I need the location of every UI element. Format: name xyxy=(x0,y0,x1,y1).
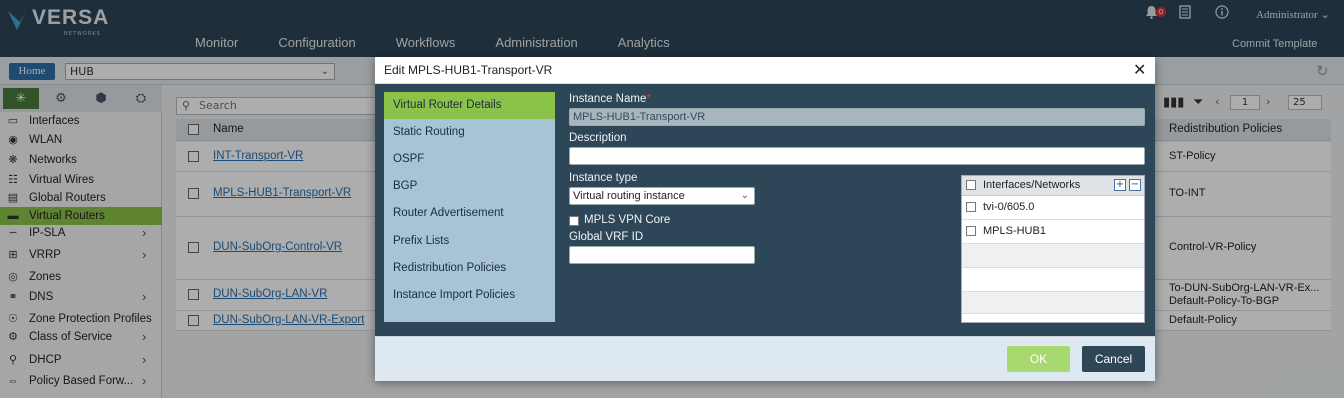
required-marker: * xyxy=(646,93,651,105)
dialog-nav-static-routing[interactable]: Static Routing xyxy=(384,119,555,146)
dialog-nav-instance-import-policies[interactable]: Instance Import Policies xyxy=(384,282,555,309)
row-checkbox[interactable] xyxy=(966,226,976,236)
dialog-nav: Virtual Router Details Static Routing OS… xyxy=(384,92,555,322)
dialog-title: Edit MPLS-HUB1-Transport-VR xyxy=(384,63,553,77)
interface-name: MPLS-HUB1 xyxy=(983,225,1046,237)
dialog-footer: OK Cancel xyxy=(375,336,1155,381)
instance-type-select[interactable]: Virtual routing instance ⌄ xyxy=(569,187,755,205)
global-vrf-label: Global VRF ID xyxy=(569,231,644,243)
instance-type-value: Virtual routing instance xyxy=(573,190,685,202)
global-vrf-field[interactable] xyxy=(569,246,755,264)
description-field[interactable] xyxy=(569,147,1145,165)
instance-name-label-text: Instance Name xyxy=(569,93,647,105)
chevron-down-icon: ⌄ xyxy=(740,190,749,201)
instance-type-label: Instance type xyxy=(569,172,638,184)
interface-name: tvi-0/605.0 xyxy=(983,201,1035,213)
empty-row xyxy=(962,244,1144,268)
row-checkbox[interactable] xyxy=(966,202,976,212)
add-icon[interactable]: + xyxy=(1114,179,1126,191)
interfaces-header-label: Interfaces/Networks xyxy=(983,179,1081,191)
dialog-nav-bgp[interactable]: BGP xyxy=(384,173,555,200)
interfaces-select-all-checkbox[interactable] xyxy=(966,180,976,190)
cancel-button[interactable]: Cancel xyxy=(1082,346,1145,372)
interfaces-networks-table: Interfaces/Networks + − tvi-0/605.0 MPLS… xyxy=(961,175,1145,323)
edit-virtual-router-dialog: Edit MPLS-HUB1-Transport-VR ✕ Virtual Ro… xyxy=(375,57,1155,381)
interfaces-table-header: Interfaces/Networks + − xyxy=(962,176,1144,196)
instance-name-label: Instance Name* xyxy=(569,93,651,105)
remove-icon[interactable]: − xyxy=(1129,179,1141,191)
dialog-nav-redistribution-policies[interactable]: Redistribution Policies xyxy=(384,255,555,282)
list-item[interactable]: MPLS-HUB1 xyxy=(962,220,1144,244)
mpls-vpn-core-checkbox[interactable] xyxy=(569,216,579,226)
dialog-nav-virtual-router-details[interactable]: Virtual Router Details xyxy=(384,92,555,119)
ok-button[interactable]: OK xyxy=(1007,346,1070,372)
mpls-vpn-core-label: MPLS VPN Core xyxy=(584,214,671,226)
dialog-nav-ospf[interactable]: OSPF xyxy=(384,146,555,173)
description-label: Description xyxy=(569,132,627,144)
empty-row xyxy=(962,268,1144,292)
empty-row xyxy=(962,292,1144,314)
list-item[interactable]: tvi-0/605.0 xyxy=(962,196,1144,220)
dialog-nav-prefix-lists[interactable]: Prefix Lists xyxy=(384,228,555,255)
close-icon[interactable]: ✕ xyxy=(1133,60,1146,79)
dialog-nav-router-advertisement[interactable]: Router Advertisement xyxy=(384,200,555,227)
instance-name-field: MPLS-HUB1-Transport-VR xyxy=(569,108,1145,126)
dialog-header: Edit MPLS-HUB1-Transport-VR ✕ xyxy=(375,57,1155,84)
